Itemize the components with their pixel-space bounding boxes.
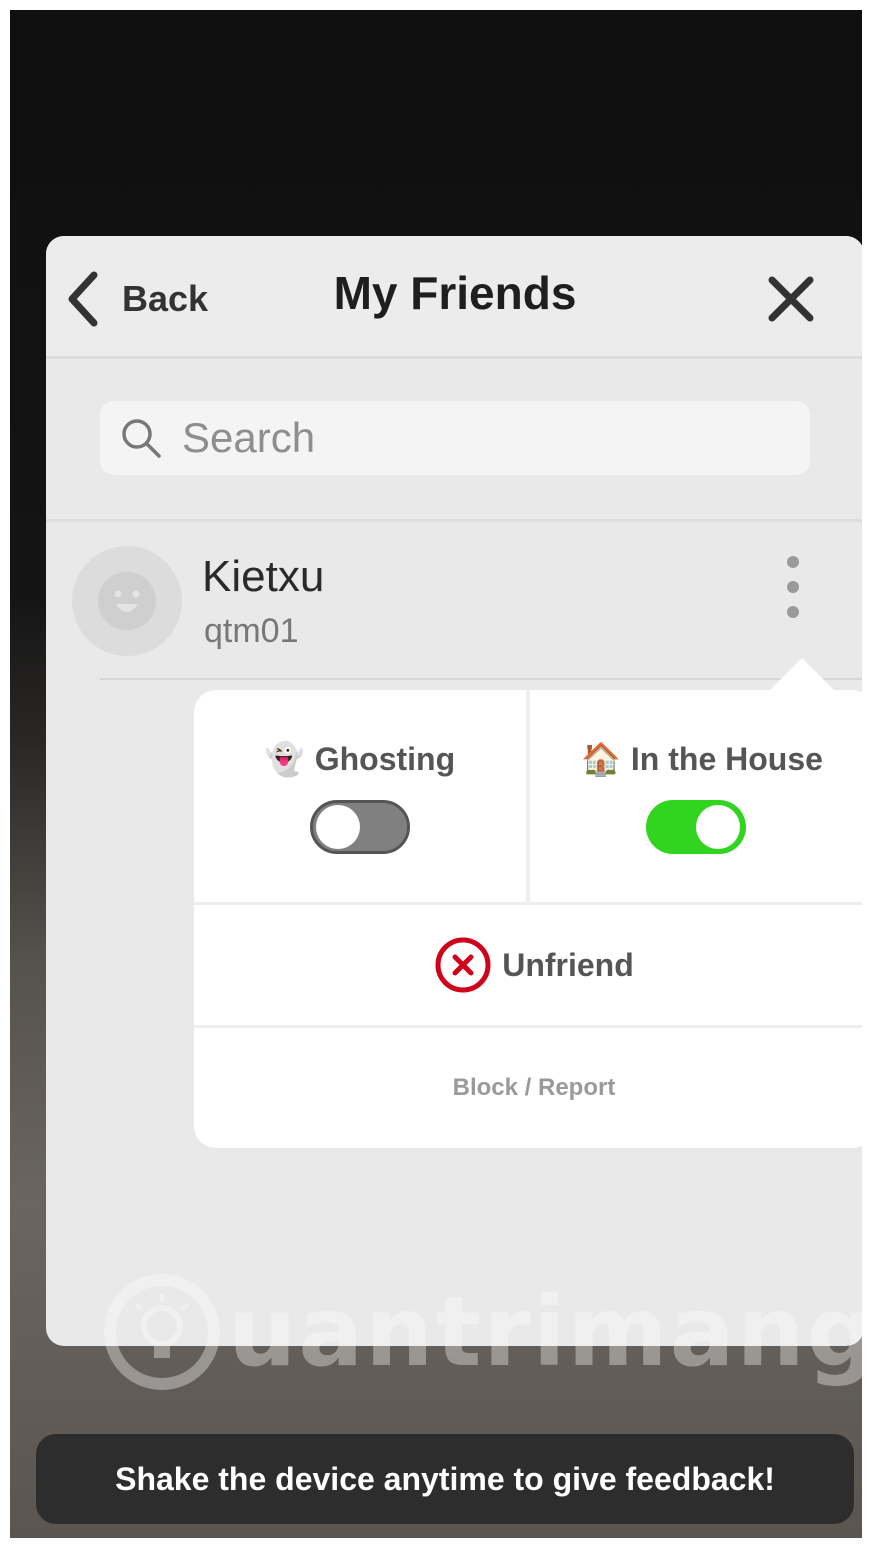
friend-username: qtm01	[204, 612, 299, 650]
toggle-knob	[696, 805, 740, 849]
unfriend-x-icon	[435, 937, 491, 993]
feedback-toast: Shake the device anytime to give feedbac…	[36, 1434, 854, 1524]
in-the-house-cell: 🏠 In the House	[530, 690, 862, 902]
in-the-house-toggle[interactable]	[646, 800, 746, 854]
back-button[interactable]: Back	[66, 264, 208, 334]
ghosting-label: Ghosting	[314, 740, 456, 777]
unfriend-label: Unfriend	[502, 946, 634, 983]
toast-text: Shake the device anytime to give feedbac…	[115, 1460, 775, 1497]
friend-options-menu: 👻 Ghosting 🏠 In the House Unfriend Block…	[194, 658, 862, 1148]
house-icon: 🏠	[581, 741, 621, 777]
back-label: Back	[122, 278, 209, 319]
search-box[interactable]	[100, 401, 810, 475]
smiley-avatar-icon	[98, 572, 156, 630]
search-icon	[122, 419, 161, 458]
friends-sheet: Back My Friends Search Kietxu qtm01 👻 Gh…	[46, 236, 862, 1346]
ghost-icon: 👻	[264, 741, 305, 777]
search-input[interactable]	[180, 413, 744, 463]
menu-pointer	[768, 658, 836, 692]
search-area	[46, 359, 862, 522]
toggle-knob	[316, 805, 360, 849]
ghosting-cell: 👻 Ghosting	[194, 690, 526, 902]
ghosting-toggle[interactable]	[310, 800, 410, 854]
friend-list-item[interactable]: Kietxu qtm01	[46, 522, 862, 680]
sheet-header: Back My Friends	[46, 236, 862, 359]
close-icon	[768, 276, 814, 322]
row-divider	[100, 678, 862, 680]
friend-name: Kietxu	[202, 552, 325, 601]
in-the-house-label: In the House	[630, 740, 823, 777]
block-report-label: Block / Report	[452, 1074, 616, 1101]
avatar	[72, 546, 182, 656]
unfriend-button[interactable]: Unfriend	[194, 905, 862, 1025]
block-report-button[interactable]: Block / Report	[194, 1028, 862, 1148]
close-button[interactable]	[766, 274, 816, 324]
chevron-left-icon	[68, 271, 98, 327]
more-vertical-icon[interactable]	[778, 556, 808, 636]
app-screen: Back My Friends Search Kietxu qtm01 👻 Gh…	[10, 10, 862, 1538]
